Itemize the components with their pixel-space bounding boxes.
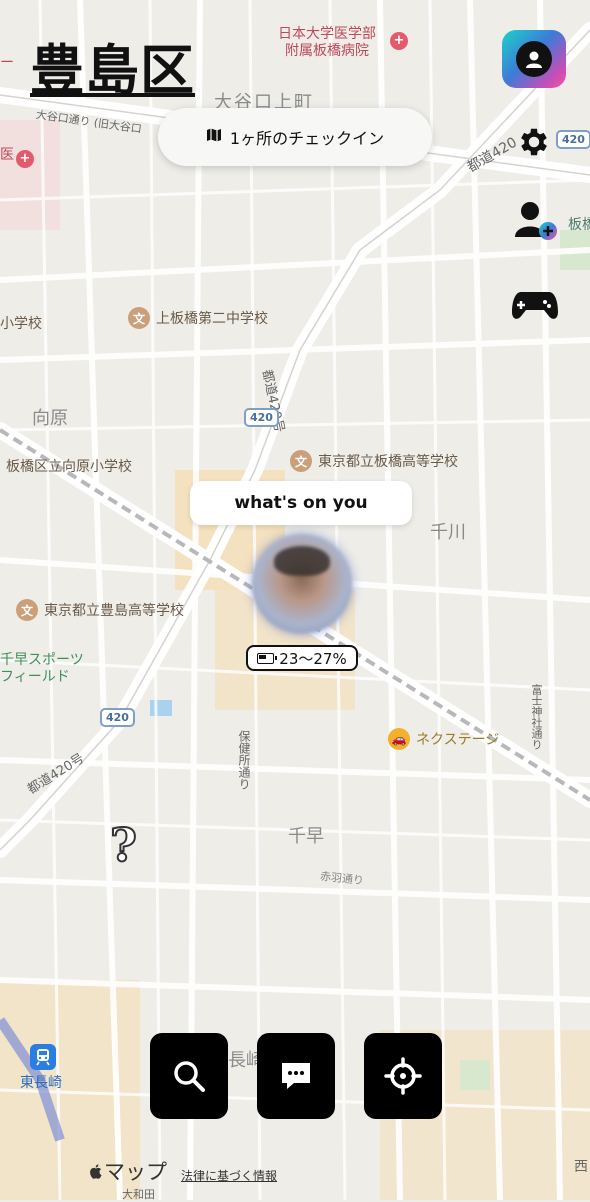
poi-label: 東京都立豊島高等学校 — [44, 603, 184, 619]
poi-school-kamiitabashi[interactable]: 文 上板橋第二中学校 — [128, 307, 268, 329]
account-icon — [516, 41, 552, 77]
user-avatar[interactable] — [252, 534, 352, 634]
area-label-itabashi-partial: 板橋 — [568, 217, 590, 233]
area-label-hospital-partial: 医 — [0, 147, 14, 163]
search-button[interactable] — [150, 1033, 228, 1119]
school-label-partial: 小学校 — [0, 316, 42, 332]
route-shield-lower: 420 — [100, 708, 135, 727]
area-label-senkawa: 千川 — [430, 522, 466, 543]
sports-field-line2: フィールド — [0, 669, 70, 685]
route-shield-mid: 420 — [244, 408, 279, 427]
checkin-label: 1ヶ所のチェックイン — [229, 129, 385, 148]
ward-title: 豊島区 — [30, 39, 195, 102]
mystery-marker-icon[interactable]: ? — [109, 817, 138, 873]
area-label-top-left: ー — [0, 55, 14, 71]
train-station-icon[interactable] — [30, 1044, 56, 1070]
locate-me-button[interactable] — [364, 1033, 442, 1119]
poi-school-itabashi-high[interactable]: 文 東京都立板橋高等学校 — [290, 450, 458, 472]
battery-text: 23〜27% — [279, 649, 347, 668]
games-button[interactable] — [508, 284, 562, 326]
apple-logo-icon — [90, 1163, 102, 1179]
poi-label: 上板橋第二中学校 — [156, 311, 268, 327]
poi-school-toshima-high[interactable]: 文 東京都立豊島高等学校 — [16, 599, 184, 621]
road-label-fujimi: 富士神社通り — [530, 684, 543, 750]
road-label-hoken: 保健所通り — [237, 730, 251, 790]
poi-label: ネクステージ — [416, 732, 500, 748]
area-label-chihaya: 千早 — [288, 826, 324, 847]
battery-icon — [257, 652, 278, 664]
hospital-label: 日本大学医学部 附属板橋病院 — [278, 26, 376, 60]
clinic-icon: + — [16, 150, 34, 168]
station-label-higashinagasaki: 東長崎 — [20, 1075, 62, 1091]
hospital-label-line2: 附属板橋病院 — [285, 43, 369, 59]
map-attribution: マップ 法律に基づく情報 — [88, 1156, 277, 1186]
school-label-mukaihara: 板橋区立向原小学校 — [6, 459, 132, 475]
hospital-label-line1: 日本大学医学部 — [278, 26, 376, 42]
locate-icon — [384, 1057, 422, 1095]
gear-icon — [521, 128, 547, 156]
add-friend-icon — [515, 202, 557, 240]
map-icon — [206, 127, 222, 147]
hospital-icon: + — [390, 32, 408, 50]
school-icon: 文 — [290, 450, 312, 472]
settings-button[interactable] — [512, 120, 556, 164]
chat-icon — [282, 1063, 310, 1089]
school-icon: 文 — [128, 307, 150, 329]
car-dealer-icon: 🚗 — [388, 728, 410, 750]
battery-badge: 23〜27% — [246, 645, 358, 671]
school-icon: 文 — [16, 599, 38, 621]
area-label-nishi: 西 — [574, 1159, 588, 1175]
status-bubble[interactable]: what's on you — [190, 481, 412, 525]
checkin-button[interactable]: 1ヶ所のチェックイン — [158, 108, 432, 166]
sports-field-line1: 千早スポーツ — [0, 652, 84, 668]
avatar-hair — [274, 546, 330, 576]
maps-label: マップ — [104, 1160, 167, 1184]
account-button[interactable] — [502, 30, 566, 88]
legal-link[interactable]: 法律に基づく情報 — [181, 1167, 277, 1184]
route-shield-top: 420 — [556, 130, 590, 149]
poi-label: 東京都立板橋高等学校 — [318, 454, 458, 470]
chat-button[interactable] — [257, 1033, 335, 1119]
search-icon — [174, 1061, 205, 1092]
area-label-mukaihara: 向原 — [32, 408, 68, 429]
add-friend-button[interactable] — [512, 198, 562, 244]
apple-maps-logo: マップ — [88, 1156, 167, 1186]
poi-nextage[interactable]: 🚗 ネクステージ — [388, 728, 499, 750]
sports-field-label: 千早スポーツ フィールド — [0, 652, 84, 686]
gamepad-icon — [512, 292, 558, 319]
